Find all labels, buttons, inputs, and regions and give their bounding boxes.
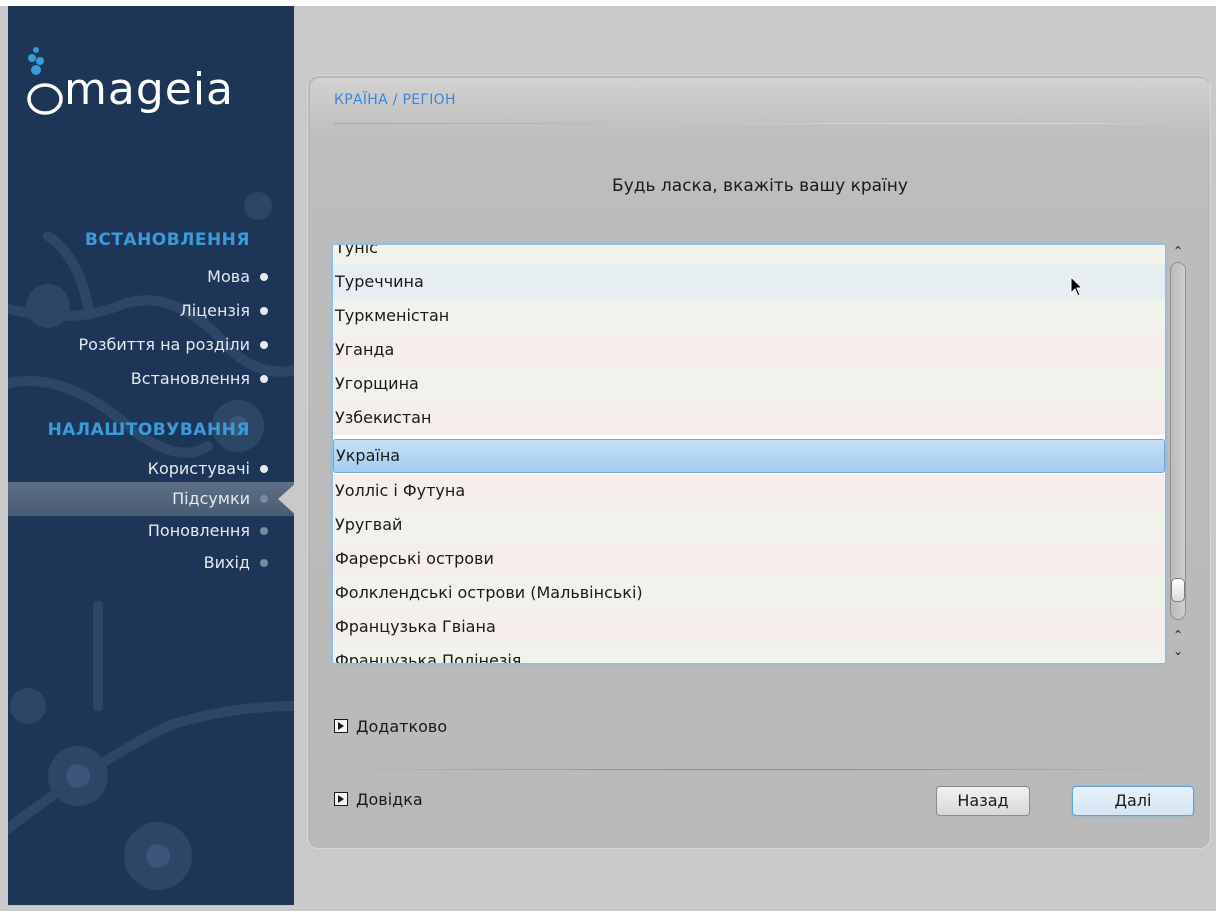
sidebar-item-label: Мова — [207, 267, 250, 286]
list-item[interactable]: Фарерські острови — [333, 542, 1165, 576]
sidebar-item-language: Мова — [207, 262, 268, 292]
advanced-expander[interactable]: Додатково — [334, 716, 447, 738]
sidebar-item-users: Користувачі — [147, 454, 268, 484]
sidebar-item-installation: Встановлення — [130, 364, 268, 394]
expand-arrow-icon — [334, 792, 348, 806]
list-item-selected[interactable]: Україна — [333, 439, 1165, 473]
sidebar-active-highlight — [8, 482, 294, 516]
sidebar-item-label: Ліцензія — [179, 301, 250, 320]
sidebar-item-summary: Підсумки — [172, 484, 268, 514]
status-dot — [260, 375, 268, 383]
sidebar-item-license: Ліцензія — [179, 296, 268, 326]
back-button[interactable]: Назад — [936, 786, 1030, 816]
list-item[interactable]: Туркменістан — [333, 299, 1165, 333]
sidebar-item-partitioning: Розбиття на розділи — [78, 330, 268, 360]
list-item[interactable]: Уганда — [333, 333, 1165, 367]
status-dot — [260, 465, 268, 473]
status-dot — [260, 527, 268, 535]
brand-name: mageia — [64, 64, 235, 115]
sidebar-item-label: Встановлення — [130, 369, 250, 388]
country-list[interactable]: Туніс Туреччина Туркменістан Уганда Угор… — [332, 244, 1166, 664]
sidebar-item-label: Вихід — [203, 553, 250, 572]
status-dot — [260, 273, 268, 281]
list-item[interactable]: Угорщина — [333, 367, 1165, 401]
help-label: Довідка — [356, 790, 423, 809]
list-item[interactable]: Узбекистан — [333, 401, 1165, 435]
sidebar-item-exit: Вихід — [203, 548, 268, 578]
list-item[interactable]: Туніс — [333, 245, 1165, 265]
country-prompt: Будь ласка, вкажіть вашу країну — [612, 176, 908, 196]
status-dot — [260, 495, 268, 503]
status-dot — [260, 307, 268, 315]
advanced-label: Додатково — [356, 717, 448, 736]
list-item[interactable]: Французька Гвіана — [333, 610, 1165, 644]
mageia-logo-icon — [27, 47, 63, 115]
mouse-cursor-icon — [1070, 276, 1084, 297]
list-item[interactable]: Туреччина — [333, 265, 1165, 299]
scroll-up-icon[interactable]: ⌃ — [1170, 244, 1186, 258]
scrollbar-thumb[interactable] — [1171, 578, 1185, 602]
sidebar-item-label: Користувачі — [147, 459, 250, 478]
section-title-configuration: НАЛАШТОВУВАННЯ — [47, 420, 250, 440]
sidebar-item-updates: Поновлення — [147, 516, 268, 546]
sidebar: mageia ВСТАНОВЛЕННЯ Мова Ліцензія Розбит… — [8, 6, 294, 905]
status-dot — [260, 341, 268, 349]
sidebar-item-label: Розбиття на розділи — [78, 335, 251, 354]
sidebar-item-label: Поновлення — [147, 521, 250, 540]
expand-arrow-icon — [334, 719, 348, 733]
active-step-arrow — [278, 481, 294, 517]
page-title: КРАЇНА / РЕГІОН — [334, 92, 456, 108]
help-expander[interactable]: Довідка — [334, 789, 423, 811]
status-dot — [260, 559, 268, 567]
scrollbar-track[interactable] — [1170, 262, 1186, 620]
footer-divider — [334, 769, 1186, 770]
list-item[interactable]: Фолклендські острови (Мальвінські) — [333, 576, 1165, 610]
scroll-up-icon[interactable]: ⌃ — [1170, 628, 1186, 642]
header-divider — [334, 123, 1186, 124]
sidebar-item-label: Підсумки — [172, 489, 250, 508]
next-button[interactable]: Далі — [1072, 786, 1194, 816]
list-item[interactable]: Уолліс і Футуна — [333, 474, 1165, 508]
scroll-down-icon[interactable]: ⌄ — [1170, 644, 1186, 658]
section-title-installation: ВСТАНОВЛЕННЯ — [84, 230, 250, 250]
list-item[interactable]: Французька Полінезія — [333, 644, 1165, 663]
list-item[interactable]: Уругвай — [333, 508, 1165, 542]
